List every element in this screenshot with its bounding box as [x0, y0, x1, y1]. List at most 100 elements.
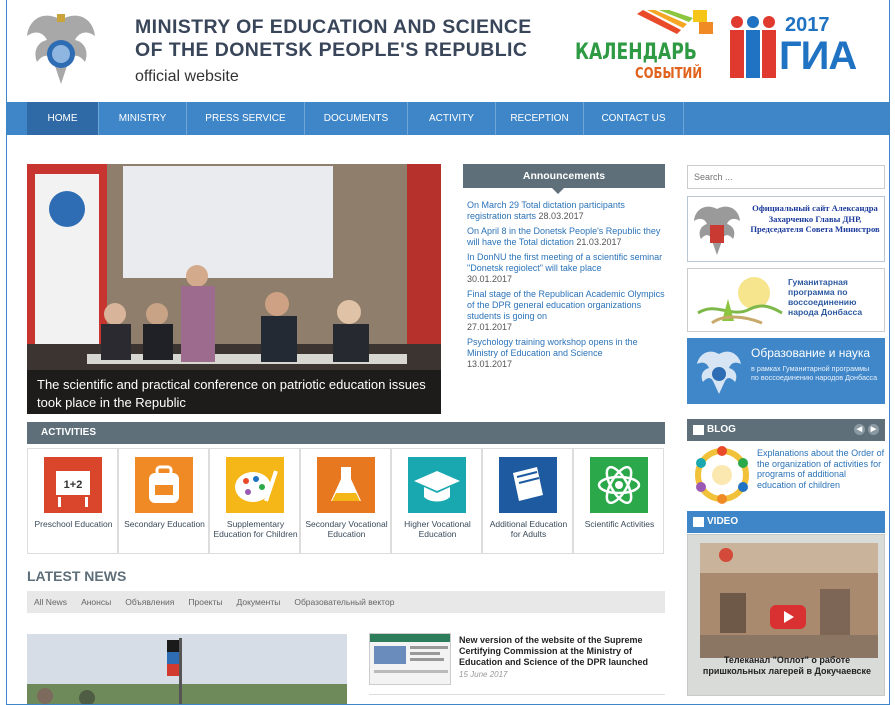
- coat-of-arms-icon: [694, 206, 740, 255]
- activity-label: Supplementary Education for Children: [213, 519, 298, 539]
- gia-2017-logo[interactable]: 2017 ГИА: [725, 12, 873, 84]
- activity-card[interactable]: Secondary Education: [118, 448, 209, 554]
- activity-card[interactable]: 1+2 Preschool Education: [27, 448, 118, 554]
- flask-icon: [317, 457, 375, 513]
- prev-arrow-icon[interactable]: ◀: [854, 424, 865, 435]
- palette-icon: [226, 457, 284, 513]
- blog-heading: BLOG ◀ ▶: [687, 419, 885, 441]
- next-arrow-icon[interactable]: ▶: [868, 424, 879, 435]
- activity-label: Additional Education for Adults: [489, 519, 568, 539]
- calendar-word-2: СОБЫТИЙ: [635, 64, 703, 82]
- announcement-item[interactable]: On March 29 Total dictation participants…: [467, 200, 667, 222]
- site-title-line2: OF THE DONETSK PEOPLE'S REPUBLIC: [135, 39, 528, 61]
- humanitarian-program-text: Гуманитарная программа по воссоединению …: [788, 277, 863, 317]
- monitor-icon: [693, 517, 704, 527]
- activity-card[interactable]: Secondary Vocational Education: [300, 448, 391, 554]
- nav-contact-us[interactable]: CONTACT US: [584, 102, 684, 135]
- one-plus-two-icon: 1+2: [44, 457, 102, 513]
- announcements-heading: Announcements: [463, 164, 665, 188]
- blog-item-link[interactable]: Explanations about the Order of the orga…: [757, 448, 885, 490]
- announcement-item[interactable]: In DonNU the first meeting of a scientif…: [467, 252, 667, 285]
- news-photo: [27, 634, 347, 704]
- website-screenshot-thumb: [370, 634, 450, 684]
- activities-row: 1+2 Preschool Education Secondary Educat…: [27, 448, 665, 554]
- nav-press-service[interactable]: PRESS SERVICE: [187, 102, 305, 135]
- tab-educational-vector[interactable]: Образовательный вектор: [287, 591, 401, 613]
- backpack-icon: [135, 457, 193, 513]
- announcement-item[interactable]: On April 8 in the Donetsk People's Repub…: [467, 226, 667, 248]
- nav-documents[interactable]: DOCUMENTS: [305, 102, 408, 135]
- news-item-date: 15 June 2017: [459, 670, 508, 679]
- nav-ministry[interactable]: MINISTRY: [99, 102, 187, 135]
- video-heading-label: VIDEO: [707, 516, 739, 527]
- announcement-date: 30.01.2017: [467, 274, 513, 284]
- head-of-dpr-banner[interactable]: Официальный сайт Александра Захарченко Г…: [687, 196, 885, 262]
- activity-label: Secondary Education: [124, 519, 205, 529]
- tab-all-news[interactable]: All News: [27, 591, 74, 613]
- announcement-link[interactable]: Psychology training workshop opens in th…: [467, 337, 638, 358]
- announcement-date: 27.01.2017: [467, 322, 513, 332]
- tab-notices[interactable]: Объявления: [118, 591, 181, 613]
- activity-card[interactable]: Higher Vocational Education: [391, 448, 482, 554]
- announcement-item[interactable]: Final stage of the Republican Academic O…: [467, 289, 667, 333]
- tab-documents[interactable]: Документы: [230, 591, 288, 613]
- announcement-date: 21.03.2017: [576, 237, 622, 247]
- blog-pager: ◀ ▶: [854, 424, 879, 435]
- activities-heading: ACTIVITIES: [27, 422, 665, 444]
- announcement-date: 28.03.2017: [538, 211, 584, 221]
- atom-icon: [590, 457, 648, 513]
- site-header: MINISTRY OF EDUCATION AND SCIENCE OF THE…: [7, 0, 889, 102]
- blog-item[interactable]: Explanations about the Order of the orga…: [691, 446, 885, 506]
- tab-announcements[interactable]: Анонсы: [74, 591, 118, 613]
- svg-text:1+2: 1+2: [64, 479, 83, 491]
- education-science-banner[interactable]: Образование и наука в рамках Гуманитарно…: [687, 338, 885, 404]
- calendar-stripes-icon: [637, 10, 713, 34]
- page-frame: MINISTRY OF EDUCATION AND SCIENCE OF THE…: [6, 0, 890, 705]
- video-widget: Телеканал "Оплот" о работе пришкольных л…: [687, 534, 885, 696]
- news-main-image[interactable]: [27, 634, 347, 704]
- site-title-line1: MINISTRY OF EDUCATION AND SCIENCE: [135, 16, 532, 38]
- activity-label: Secondary Vocational Education: [305, 519, 388, 539]
- nav-home[interactable]: HOME: [27, 102, 99, 135]
- search-input[interactable]: [687, 165, 885, 189]
- news-thumbnail[interactable]: [369, 633, 451, 685]
- nav-spacer: [7, 102, 27, 135]
- video-heading: VIDEO: [687, 511, 885, 533]
- video-thumbnail[interactable]: [700, 543, 878, 658]
- main-nav: HOME MINISTRY PRESS SERVICE DOCUMENTS AC…: [7, 102, 889, 135]
- education-science-title: Образование и наука: [751, 346, 871, 360]
- activity-card[interactable]: Supplementary Education for Children: [209, 448, 300, 554]
- events-calendar-logo[interactable]: КАЛЕНДАРЬ СОБЫТИЙ: [575, 10, 720, 88]
- activity-card[interactable]: Additional Education for Adults: [482, 448, 573, 554]
- activity-label: Scientific Activities: [584, 519, 655, 529]
- announcement-item[interactable]: Psychology training workshop opens in th…: [467, 337, 667, 370]
- announcements-list: On March 29 Total dictation participants…: [467, 200, 667, 374]
- news-divider: [369, 694, 665, 695]
- activity-label: Higher Vocational Education: [404, 519, 471, 539]
- play-button[interactable]: [770, 605, 806, 629]
- tab-projects[interactable]: Проекты: [181, 591, 229, 613]
- education-science-subtitle: в рамках Гуманитарной программы по воссо…: [751, 364, 878, 382]
- announcements-arrow-icon: [552, 188, 564, 194]
- activity-label: Preschool Education: [34, 519, 113, 529]
- announcement-link[interactable]: On April 8 in the Donetsk People's Repub…: [467, 226, 660, 247]
- calendar-word-1: КАЛЕНДАРЬ: [575, 40, 697, 65]
- coat-of-arms-icon[interactable]: [25, 10, 97, 88]
- coat-of-arms-icon: [697, 351, 741, 394]
- featured-slider[interactable]: The scientific and practical conference …: [27, 164, 441, 414]
- people-icon: [730, 16, 776, 78]
- video-title[interactable]: Телеканал "Оплот" о работе пришкольных л…: [694, 655, 880, 677]
- site-title: MINISTRY OF EDUCATION AND SCIENCE OF THE…: [135, 16, 532, 62]
- activity-card[interactable]: Scientific Activities: [573, 448, 664, 554]
- site-subtitle: official website: [135, 68, 239, 85]
- slider-caption[interactable]: The scientific and practical conference …: [27, 370, 441, 414]
- book-icon: [693, 425, 704, 435]
- announcement-link[interactable]: Final stage of the Republican Academic O…: [467, 289, 665, 321]
- announcement-link[interactable]: In DonNU the first meeting of a scientif…: [467, 252, 662, 273]
- graduation-cap-icon: [408, 457, 466, 513]
- gia-word: ГИА: [779, 34, 857, 78]
- nav-reception[interactable]: RECEPTION: [496, 102, 584, 135]
- humanitarian-program-banner[interactable]: Гуманитарная программа по воссоединению …: [687, 268, 885, 332]
- news-item-title[interactable]: New version of the website of the Suprem…: [459, 635, 665, 668]
- nav-activity[interactable]: ACTIVITY: [408, 102, 496, 135]
